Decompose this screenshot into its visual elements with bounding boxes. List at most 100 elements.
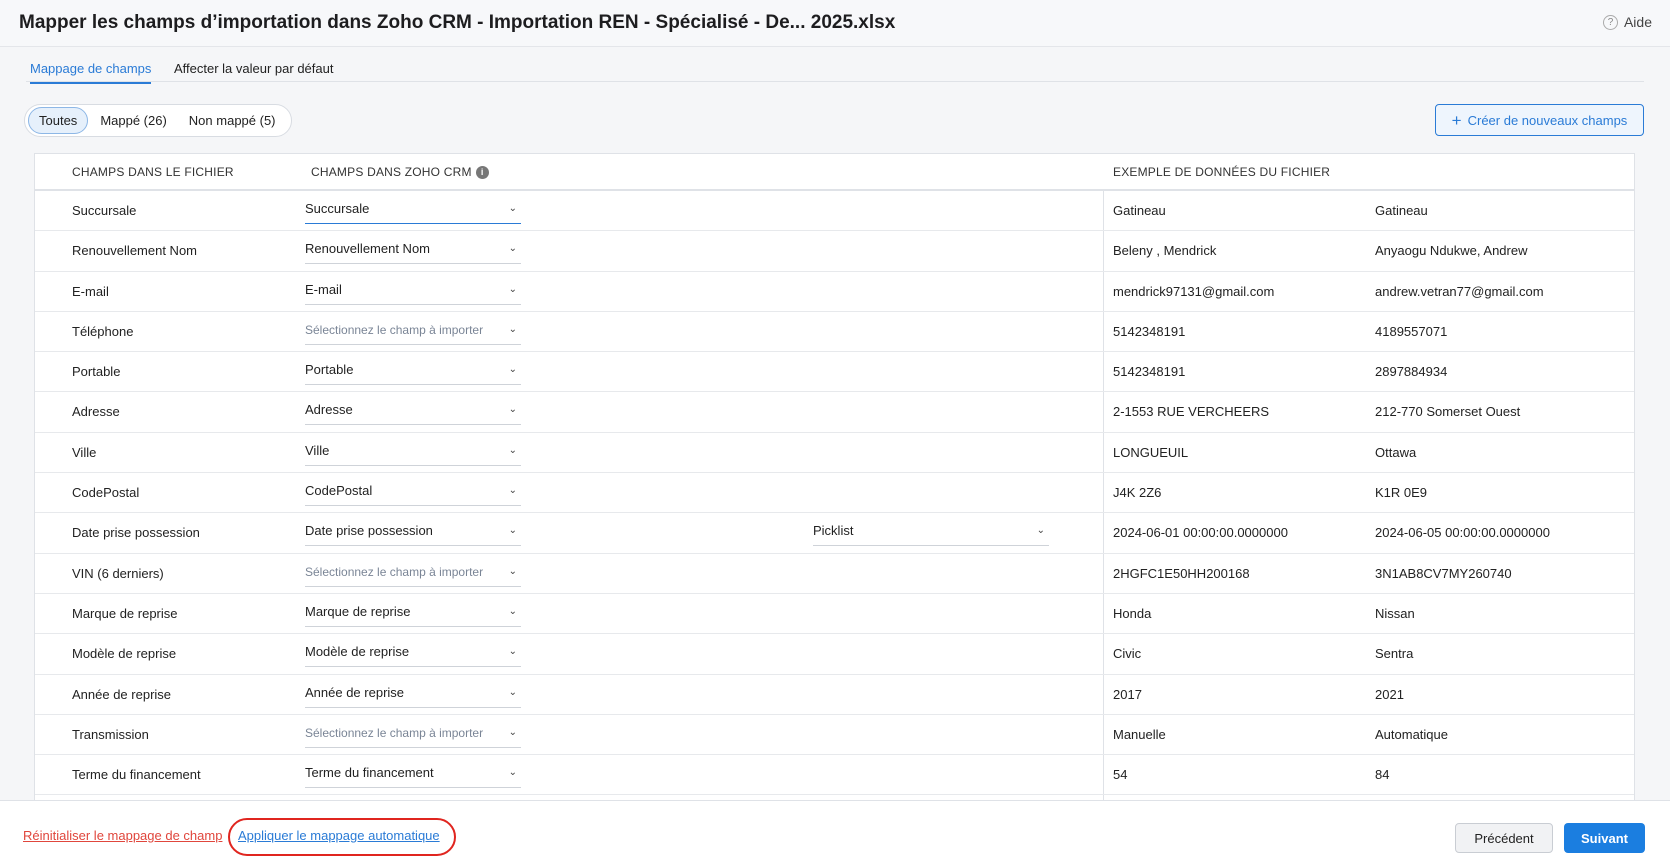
chevron-down-icon: ⌄ bbox=[508, 525, 517, 537]
sample-value-1: 2017 bbox=[1113, 686, 1142, 702]
reset-mapping-link[interactable]: Réinitialiser le mappage de champ bbox=[23, 828, 222, 843]
file-field-name: Modèle de reprise bbox=[72, 646, 177, 662]
sample-value-1: Beleny , Mendrick bbox=[1113, 243, 1217, 259]
sample-value-1: Civic bbox=[1113, 646, 1142, 662]
filter-mapped[interactable]: Mappé (26) bbox=[90, 108, 176, 133]
table-row: Renouvellement Nom Renouvellement Nom ⌄ … bbox=[35, 231, 1634, 272]
highlight-annotation bbox=[228, 818, 456, 856]
sample-value-2: 2897884934 bbox=[1375, 364, 1448, 380]
sample-value-2: Anyaogu Ndukwe, Andrew bbox=[1375, 243, 1528, 259]
sample-value-1: mendrick97131@gmail.com bbox=[1113, 283, 1275, 299]
chevron-down-icon: ⌄ bbox=[508, 364, 517, 376]
filter-unmapped[interactable]: Non mappé (5) bbox=[179, 108, 286, 133]
sample-value-2: andrew.vetran77@gmail.com bbox=[1375, 283, 1544, 299]
crm-field-dropdown[interactable]: Renouvellement Nom ⌄ bbox=[305, 239, 521, 265]
sample-value-1: Honda bbox=[1113, 605, 1152, 621]
tab-field-mapping[interactable]: Mappage de champs bbox=[30, 61, 152, 84]
chevron-down-icon: ⌄ bbox=[508, 283, 517, 295]
create-new-fields-button[interactable]: + Créer de nouveaux champs bbox=[1435, 104, 1644, 136]
crm-field-placeholder: Sélectionnez le champ à importer bbox=[305, 564, 484, 579]
crm-field-placeholder: Sélectionnez le champ à importer bbox=[305, 322, 484, 337]
crm-field-dropdown[interactable]: Sélectionnez le champ à importer ⌄ bbox=[305, 320, 521, 345]
crm-field-value: Date prise possession bbox=[305, 523, 433, 539]
crm-field-value: Terme du financement bbox=[305, 765, 434, 781]
mapping-table: CHAMPS DANS LE FICHIER CHAMPS DANS ZOHO … bbox=[34, 153, 1635, 800]
file-field-name: CodePostal bbox=[72, 485, 140, 501]
crm-field-dropdown[interactable]: Modèle de reprise ⌄ bbox=[305, 642, 521, 668]
crm-field-dropdown[interactable]: Terme du financement ⌄ bbox=[305, 763, 521, 789]
file-field-name: E-mail bbox=[72, 283, 109, 299]
table-row: Année de reprise Année de reprise ⌄ 2017… bbox=[35, 675, 1634, 715]
file-field-name: Renouvellement Nom bbox=[72, 243, 198, 259]
sample-value-2: 84 bbox=[1375, 767, 1390, 783]
crm-field-dropdown[interactable]: Marque de reprise ⌄ bbox=[305, 602, 521, 627]
table-row: Téléphone Sélectionnez le champ à import… bbox=[35, 312, 1634, 353]
table-row: Date prise possession Date prise possess… bbox=[35, 513, 1634, 554]
crm-field-value: Ville bbox=[305, 442, 330, 458]
table-row: Adresse Adresse ⌄ 2-1553 RUE VERCHEERS 2… bbox=[35, 392, 1634, 433]
sample-value-1: 2-1553 RUE VERCHEERS bbox=[1113, 404, 1270, 420]
crm-field-placeholder: Sélectionnez le champ à importer bbox=[305, 725, 484, 740]
file-field-name: VIN (6 derniers) bbox=[72, 565, 164, 581]
question-circle-icon: ? bbox=[1602, 14, 1618, 30]
crm-field-dropdown[interactable]: CodePostal ⌄ bbox=[305, 481, 521, 507]
crm-field-value: Renouvellement Nom bbox=[305, 241, 431, 257]
header-file-fields: CHAMPS DANS LE FICHIER bbox=[72, 165, 234, 179]
crm-field-dropdown[interactable]: Sélectionnez le champ à importer ⌄ bbox=[305, 723, 521, 748]
crm-field-value: Portable bbox=[305, 362, 354, 378]
filter-segmented-control: Toutes Mappé (26) Non mappé (5) bbox=[24, 104, 292, 137]
page-title: Mapper les champs d’importation dans Zoh… bbox=[19, 12, 896, 33]
crm-field-dropdown[interactable]: Portable ⌄ bbox=[305, 360, 521, 386]
crm-field-value: E-mail bbox=[305, 281, 342, 297]
sample-value-2: Automatique bbox=[1375, 726, 1448, 742]
sample-value-1: LONGUEUIL bbox=[1113, 444, 1189, 460]
crm-field-value: Adresse bbox=[305, 402, 353, 418]
crm-field-dropdown[interactable]: Date prise possession ⌄ bbox=[305, 521, 521, 547]
table-row: Marque de reprise Marque de reprise ⌄ Ho… bbox=[35, 594, 1634, 635]
header-bar: Mapper les champs d’importation dans Zoh… bbox=[0, 0, 1670, 47]
sample-value-1: Manuelle bbox=[1113, 726, 1166, 742]
previous-button[interactable]: Précédent bbox=[1455, 823, 1553, 853]
chevron-down-icon: ⌄ bbox=[508, 646, 517, 658]
tab-default-values[interactable]: Affecter la valeur par défaut bbox=[174, 61, 333, 82]
help-link[interactable]: ? Aide bbox=[1602, 14, 1652, 30]
crm-field-value: Succursale bbox=[305, 201, 370, 216]
crm-field-dropdown[interactable]: E-mail ⌄ bbox=[305, 280, 521, 305]
header-crm-fields: CHAMPS DANS ZOHO CRM i bbox=[311, 165, 489, 179]
chevron-down-icon: ⌄ bbox=[508, 485, 517, 497]
footer-bar: Réinitialiser le mappage de champ Appliq… bbox=[0, 800, 1670, 865]
next-button[interactable]: Suivant bbox=[1564, 823, 1645, 853]
file-field-name: Portable bbox=[72, 364, 121, 380]
crm-field-dropdown[interactable]: Année de reprise ⌄ bbox=[305, 683, 521, 708]
sample-value-2: Sentra bbox=[1375, 646, 1414, 662]
file-field-name: Téléphone bbox=[72, 323, 134, 339]
table-row: Terme du financement Terme du financemen… bbox=[35, 755, 1634, 796]
crm-field-dropdown[interactable]: Sélectionnez le champ à importer ⌄ bbox=[305, 562, 521, 587]
crm-field-dropdown[interactable]: Ville ⌄ bbox=[305, 441, 521, 466]
table-body: Succursale Succursale ⌄ Gatineau Gatinea… bbox=[35, 191, 1634, 800]
sample-value-2: 4189557071 bbox=[1375, 323, 1448, 339]
sample-value-2: Nissan bbox=[1375, 605, 1415, 621]
filter-all[interactable]: Toutes bbox=[28, 107, 89, 134]
table-row: E-mail E-mail ⌄ mendrick97131@gmail.com … bbox=[35, 272, 1634, 312]
table-row: VIN (6 derniers) Sélectionnez le champ à… bbox=[35, 554, 1634, 594]
sample-value-1: J4K 2Z6 bbox=[1113, 485, 1162, 501]
chevron-down-icon: ⌄ bbox=[508, 243, 517, 255]
header-sample-data-label: EXEMPLE DE DONNÉES DU FICHIER bbox=[1113, 165, 1331, 179]
chevron-down-icon: ⌄ bbox=[508, 605, 517, 617]
file-field-name: Transmission bbox=[72, 726, 149, 742]
chevron-down-icon: ⌄ bbox=[508, 203, 517, 214]
crm-field-dropdown[interactable]: Succursale ⌄ bbox=[305, 199, 521, 224]
field-type-dropdown[interactable]: Picklist ⌄ bbox=[813, 521, 1049, 547]
crm-field-dropdown[interactable]: Adresse ⌄ bbox=[305, 400, 521, 426]
chevron-down-icon: ⌄ bbox=[508, 444, 517, 456]
header-file-fields-label: CHAMPS DANS LE FICHIER bbox=[72, 165, 234, 179]
info-icon[interactable]: i bbox=[475, 165, 489, 179]
chevron-down-icon: ⌄ bbox=[508, 686, 517, 698]
crm-field-value: Modèle de reprise bbox=[305, 644, 410, 660]
plus-icon: + bbox=[1451, 110, 1462, 130]
file-field-name: Terme du financement bbox=[72, 767, 201, 783]
chevron-down-icon: ⌄ bbox=[508, 726, 517, 738]
sample-value-1: 5142348191 bbox=[1113, 323, 1186, 339]
header-sample-data: EXEMPLE DE DONNÉES DU FICHIER bbox=[1113, 165, 1330, 179]
